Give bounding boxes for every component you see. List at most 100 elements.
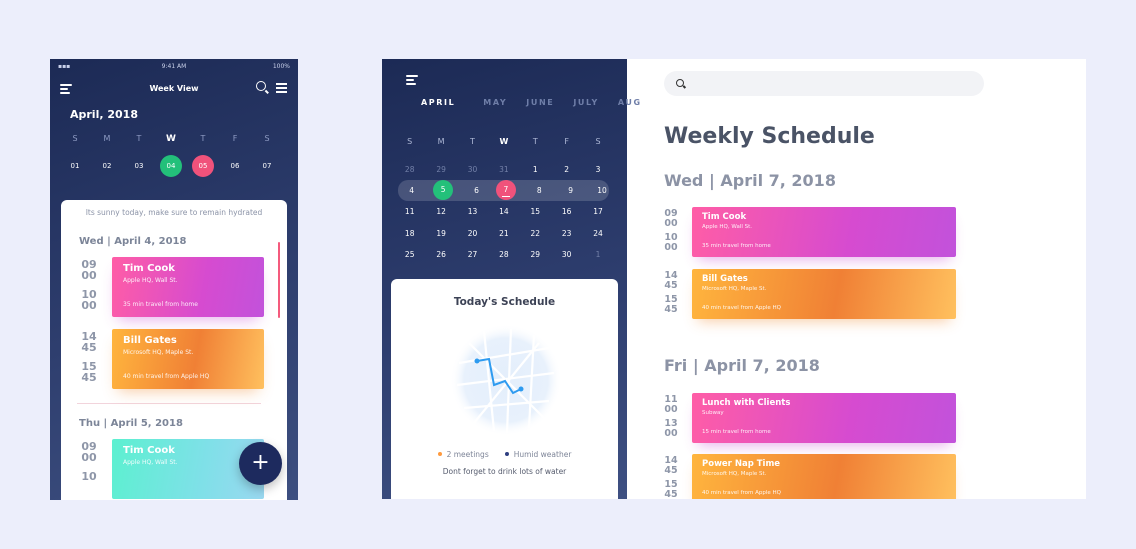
tab-july[interactable]: JULY <box>573 98 599 107</box>
day-cell[interactable]: 18 <box>394 229 425 238</box>
page-title: Weekly Schedule <box>664 124 875 149</box>
day-cell[interactable]: 22 <box>520 229 551 238</box>
day-cell[interactable]: 1 <box>520 165 551 174</box>
tab-august[interactable]: AUG <box>618 98 642 107</box>
day-cell[interactable]: 12 <box>425 207 456 216</box>
schedule-legend: 2 meetings Humid weather <box>391 450 618 459</box>
day-cell[interactable]: 19 <box>425 229 456 238</box>
event-card[interactable]: Bill Gates Microsoft HQ, Maple St. 40 mi… <box>692 269 956 319</box>
menu-icon[interactable] <box>406 75 418 87</box>
route-map[interactable] <box>449 323 563 437</box>
event-card[interactable]: Lunch with Clients Subway 15 min travel … <box>692 393 956 443</box>
event-travel: 40 min travel from Apple HQ <box>702 490 781 496</box>
day-cell[interactable]: 30 <box>457 165 488 174</box>
weekday: S <box>264 134 270 143</box>
status-bar: ▪▪▪ 9:41 AM 100% <box>50 59 298 73</box>
weekday: F <box>564 137 569 147</box>
day-cell[interactable]: 06 <box>219 155 251 177</box>
day-cell[interactable]: 27 <box>457 250 488 259</box>
day-number: 5 <box>433 180 454 201</box>
day-heading: Thu | April 5, 2018 <box>79 418 183 429</box>
day-cell[interactable]: 16 <box>551 207 582 216</box>
day-cell[interactable]: 13 <box>457 207 488 216</box>
menu-icon[interactable] <box>60 84 72 96</box>
start-minute: 00 <box>664 403 678 415</box>
day-cell-today[interactable]: 04 <box>155 155 187 177</box>
day-cell[interactable]: 21 <box>488 229 519 238</box>
day-cell[interactable]: 9 <box>555 186 586 195</box>
weekday: T <box>532 137 538 147</box>
day-heading: Fri | April 7, 2018 <box>664 356 820 375</box>
event-name: Bill Gates <box>702 274 748 284</box>
event-travel: 15 min travel from home <box>702 429 771 435</box>
tab-april[interactable]: APRIL <box>421 98 455 107</box>
day-cell[interactable]: 30 <box>551 250 582 259</box>
weekday: M <box>103 134 111 143</box>
start-minute: 45 <box>664 464 678 476</box>
start-minute: 00 <box>664 217 678 229</box>
day-cell[interactable]: 17 <box>582 207 613 216</box>
event-card[interactable]: Tim Cook Apple HQ, Wall St. 35 min trave… <box>112 257 264 317</box>
day-cell[interactable]: 23 <box>551 229 582 238</box>
weather-tip: Its sunny today, make sure to remain hyd… <box>85 208 263 217</box>
event-row: 14 45 15 45 Power Nap Time Microsoft HQ,… <box>664 454 984 499</box>
page-title: Week View <box>149 83 199 93</box>
day-cell[interactable]: 3 <box>582 165 613 174</box>
day-cell[interactable]: 01 <box>59 155 91 177</box>
event-location: Subway <box>702 410 724 416</box>
day-cell[interactable]: 6 <box>461 186 492 195</box>
day-cell[interactable]: 8 <box>524 186 555 195</box>
event-card[interactable]: Power Nap Time Microsoft HQ, Maple St. 4… <box>692 454 956 499</box>
day-cell[interactable]: 28 <box>488 250 519 259</box>
event-row: 11 00 13 00 Lunch with Clients Subway 15… <box>664 393 984 445</box>
day-cell[interactable]: 2 <box>551 165 582 174</box>
event-location: Apple HQ, Wall St. <box>123 277 178 284</box>
day-cell-selected[interactable]: 05 <box>187 155 219 177</box>
event-row: 09 00 10 00 Tim Cook Apple HQ, Wall St. … <box>664 207 984 259</box>
day-cell[interactable]: 26 <box>425 250 456 259</box>
weekday-header: S M T W T F S <box>394 131 614 152</box>
tablet-screen: APRIL MAY JUNE JULY AUG S M T W T F S 28… <box>382 59 1086 499</box>
event-location: Microsoft HQ, Maple St. <box>702 471 767 477</box>
day-cell[interactable]: 25 <box>394 250 425 259</box>
event-name: Bill Gates <box>123 335 177 346</box>
search-icon[interactable] <box>256 81 266 91</box>
search-input[interactable] <box>664 71 984 96</box>
day-cell[interactable]: 29 <box>520 250 551 259</box>
day-cell[interactable]: 03 <box>123 155 155 177</box>
day-cell[interactable]: 02 <box>91 155 123 177</box>
event-card[interactable]: Tim Cook Apple HQ, Wall St. 35 min trave… <box>692 207 956 257</box>
day-cell-today[interactable]: 5 <box>429 180 460 201</box>
event-row: 14 45 15 45 Bill Gates Microsoft HQ, Map… <box>61 329 287 391</box>
tab-june[interactable]: JUNE <box>526 98 554 107</box>
day-cell[interactable]: 29 <box>425 165 456 174</box>
day-cell[interactable]: 31 <box>488 165 519 174</box>
list-view-icon[interactable] <box>276 83 287 95</box>
day-cell-selected[interactable]: 7 <box>492 180 523 201</box>
start-minute: 00 <box>81 269 97 282</box>
day-cell[interactable]: 28 <box>394 165 425 174</box>
day-cell[interactable]: 11 <box>394 207 425 216</box>
end-hour: 10 <box>81 470 97 483</box>
day-cell[interactable]: 10 <box>586 186 617 195</box>
tab-may[interactable]: MAY <box>483 98 507 107</box>
event-travel: 40 min travel from Apple HQ <box>702 305 781 311</box>
event-times: 09 00 10 00 <box>79 259 99 311</box>
day-cell[interactable]: 4 <box>394 186 429 195</box>
event-card[interactable]: Bill Gates Microsoft HQ, Maple St. 40 mi… <box>112 329 264 389</box>
day-cell[interactable]: 15 <box>520 207 551 216</box>
end-minute: 45 <box>664 488 678 499</box>
day-number: 05 <box>192 155 214 177</box>
day-cell[interactable]: 14 <box>488 207 519 216</box>
day-cell[interactable]: 24 <box>582 229 613 238</box>
day-cell[interactable]: 20 <box>457 229 488 238</box>
add-event-button[interactable]: + <box>239 442 282 485</box>
day-heading: Wed | April 7, 2018 <box>664 171 836 190</box>
event-times: 09 00 10 <box>79 441 99 482</box>
day-cell[interactable]: 1 <box>582 250 613 259</box>
end-minute: 45 <box>664 303 678 315</box>
phone-screen: ▪▪▪ 9:41 AM 100% Week View April, 2018 S… <box>50 59 298 500</box>
day-cell[interactable]: 07 <box>251 155 283 177</box>
weekday: M <box>437 137 445 147</box>
calendar-week-selected: 4 5 6 7 8 9 10 <box>398 179 609 202</box>
